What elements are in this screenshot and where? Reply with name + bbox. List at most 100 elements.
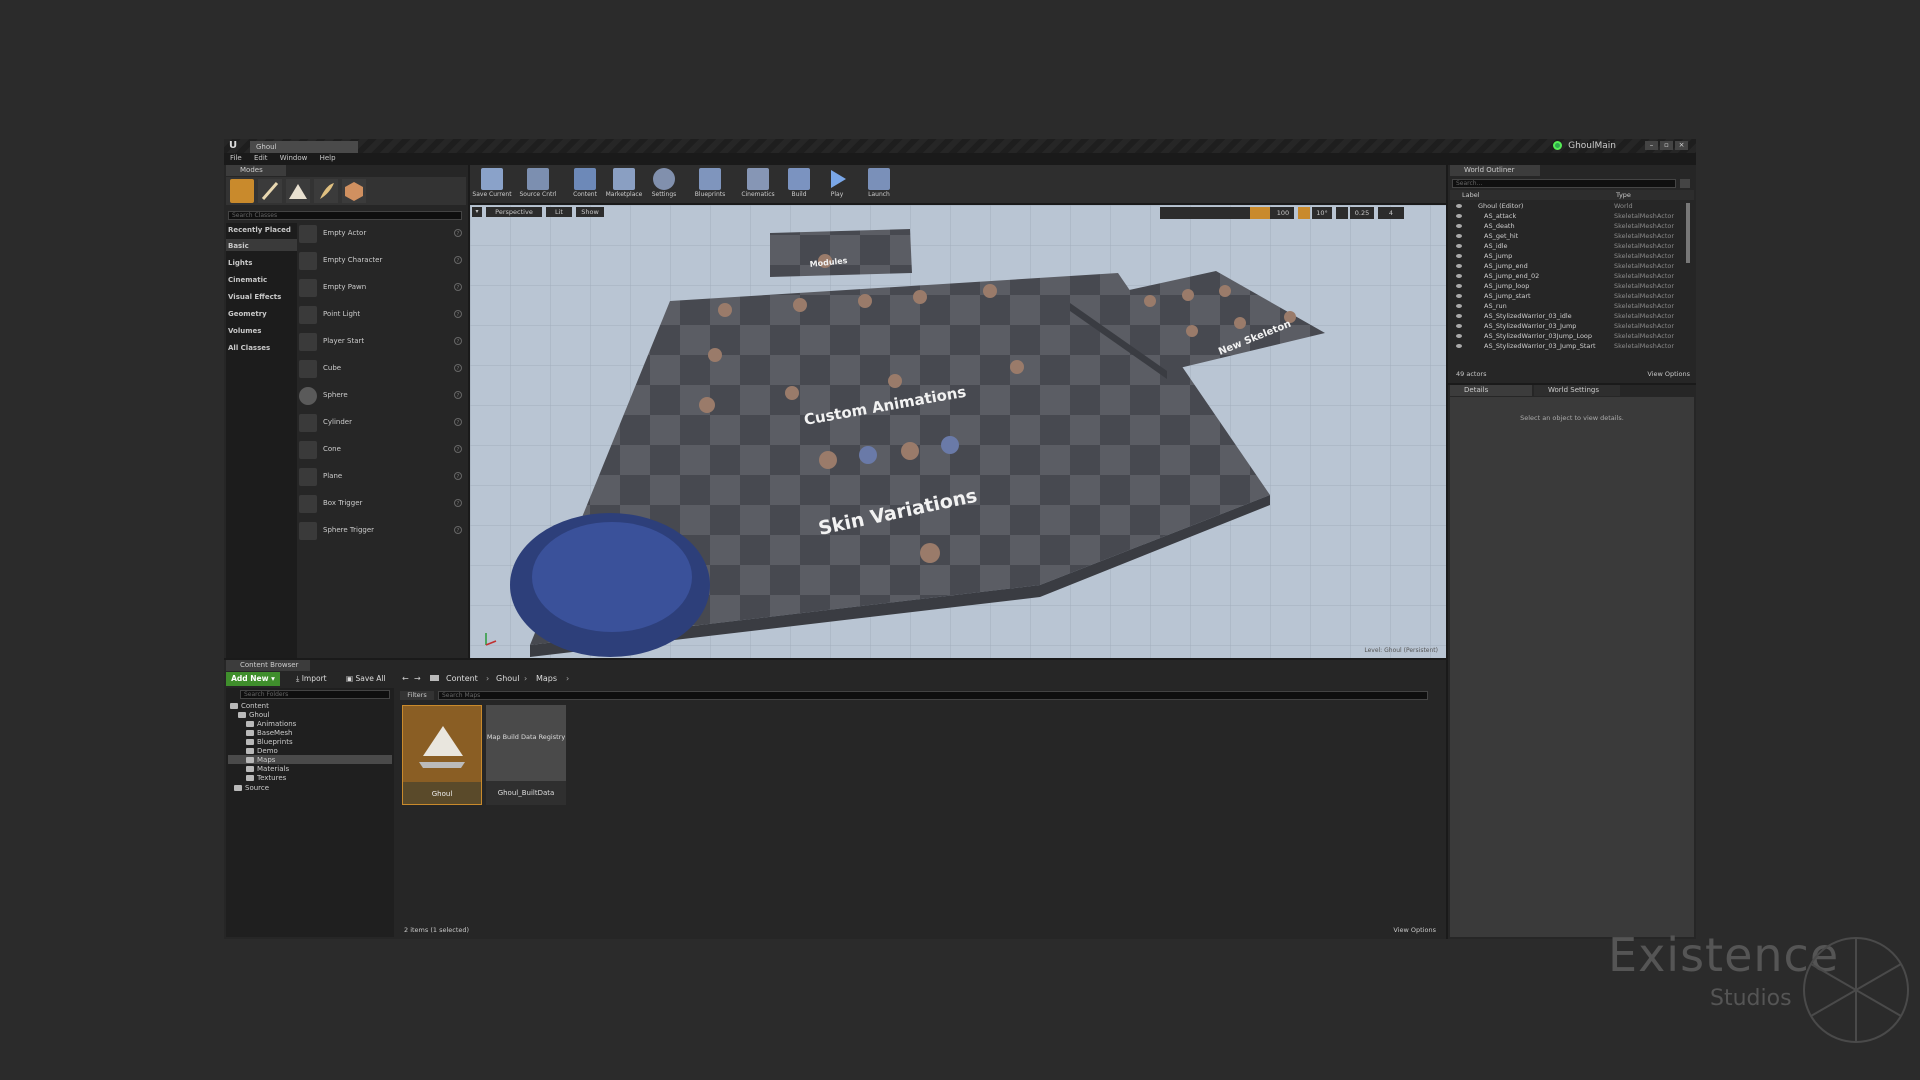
category-all-classes[interactable]: All Classes bbox=[228, 344, 270, 352]
visibility-icon[interactable] bbox=[1456, 334, 1462, 338]
import-button[interactable]: ⤓ Import bbox=[296, 674, 327, 684]
tree-materials[interactable]: Materials bbox=[246, 765, 289, 773]
world-outliner-tab[interactable]: World Outliner bbox=[1450, 165, 1540, 176]
tree-demo[interactable]: Demo bbox=[246, 747, 278, 755]
outliner-row[interactable]: AS_jump SkeletalMeshActor bbox=[1450, 251, 1694, 261]
settings-button[interactable]: Settings bbox=[648, 166, 680, 202]
document-tab[interactable]: Ghoul bbox=[250, 141, 358, 153]
help-icon[interactable]: ? bbox=[454, 526, 462, 534]
visibility-icon[interactable] bbox=[1456, 304, 1462, 308]
place-mode-icon[interactable] bbox=[230, 179, 254, 203]
class-box-trigger[interactable]: Box Trigger? bbox=[299, 492, 466, 516]
content-view-options[interactable]: View Options bbox=[1393, 926, 1436, 934]
scale-snap-icon[interactable] bbox=[1336, 207, 1348, 219]
filters-button[interactable]: Filters bbox=[400, 691, 434, 700]
help-icon[interactable]: ? bbox=[454, 499, 462, 507]
asset-ghoul-map[interactable]: Ghoul bbox=[402, 705, 482, 805]
outliner-row[interactable]: AS_StylizedWarrior_03_idle SkeletalMeshAc… bbox=[1450, 311, 1694, 321]
details-tab[interactable]: Details bbox=[1450, 385, 1532, 396]
help-icon[interactable]: ? bbox=[454, 445, 462, 453]
outliner-row[interactable]: AS_jump_loop SkeletalMeshActor bbox=[1450, 281, 1694, 291]
outliner-row[interactable]: AS_StylizedWarrior_03Jump_Loop SkeletalMe… bbox=[1450, 331, 1694, 341]
search-assets-input[interactable]: Search Maps bbox=[438, 691, 1428, 700]
menu-window[interactable]: Window bbox=[280, 154, 308, 162]
landscape-mode-icon[interactable] bbox=[286, 179, 310, 203]
menu-edit[interactable]: Edit bbox=[254, 154, 268, 162]
outliner-row[interactable]: AS_get_hit SkeletalMeshActor bbox=[1450, 231, 1694, 241]
tree-source[interactable]: Source bbox=[234, 784, 269, 792]
visibility-icon[interactable] bbox=[1456, 314, 1462, 318]
outliner-row[interactable]: AS_jump_start SkeletalMeshActor bbox=[1450, 291, 1694, 301]
help-icon[interactable]: ? bbox=[454, 364, 462, 372]
foliage-mode-icon[interactable] bbox=[314, 179, 338, 203]
outliner-row[interactable]: AS_death SkeletalMeshActor bbox=[1450, 221, 1694, 231]
visibility-icon[interactable] bbox=[1456, 324, 1462, 328]
perspective-button[interactable]: Perspective bbox=[486, 207, 542, 217]
content-button[interactable]: Content bbox=[570, 166, 600, 202]
modes-tab[interactable]: Modes bbox=[226, 165, 286, 176]
outliner-scrollbar[interactable] bbox=[1686, 203, 1690, 263]
minimize-button[interactable]: – bbox=[1645, 141, 1658, 150]
outliner-options-icon[interactable] bbox=[1680, 179, 1690, 188]
launch-button[interactable]: Launch bbox=[864, 166, 894, 202]
category-visual-effects[interactable]: Visual Effects bbox=[228, 293, 281, 301]
outliner-row[interactable]: AS_jump_end SkeletalMeshActor bbox=[1450, 261, 1694, 271]
build-button[interactable]: Build bbox=[786, 166, 812, 202]
class-sphere-trigger[interactable]: Sphere Trigger? bbox=[299, 519, 466, 543]
category-volumes[interactable]: Volumes bbox=[228, 327, 261, 335]
class-empty-pawn[interactable]: Empty Pawn? bbox=[299, 276, 466, 300]
lit-button[interactable]: Lit bbox=[546, 207, 572, 217]
content-browser-tab[interactable]: Content Browser bbox=[226, 660, 310, 671]
source-control-button[interactable]: Source Cntrl bbox=[516, 166, 560, 202]
breadcrumb-content[interactable]: Content bbox=[446, 674, 478, 683]
paint-mode-icon[interactable] bbox=[258, 179, 282, 203]
outliner-search-input[interactable]: Search... bbox=[1452, 179, 1676, 188]
visibility-icon[interactable] bbox=[1456, 244, 1462, 248]
outliner-row[interactable]: AS_attack SkeletalMeshActor bbox=[1450, 211, 1694, 221]
world-settings-tab[interactable]: World Settings bbox=[1534, 385, 1620, 396]
save-all-button[interactable]: ▣ Save All bbox=[346, 674, 386, 683]
menu-help[interactable]: Help bbox=[320, 154, 336, 162]
grid-snap-value[interactable]: 100 bbox=[1272, 207, 1294, 219]
tree-animations[interactable]: Animations bbox=[246, 720, 296, 728]
visibility-icon[interactable] bbox=[1456, 294, 1462, 298]
category-geometry[interactable]: Geometry bbox=[228, 310, 267, 318]
class-sphere[interactable]: Sphere? bbox=[299, 384, 466, 408]
tree-maps[interactable]: Maps bbox=[246, 756, 275, 764]
help-icon[interactable]: ? bbox=[454, 283, 462, 291]
category-recently-placed[interactable]: Recently Placed bbox=[228, 226, 291, 234]
scale-snap-value[interactable]: 0.25 bbox=[1350, 207, 1374, 219]
rotation-snap-icon[interactable] bbox=[1298, 207, 1310, 219]
class-point-light[interactable]: Point Light? bbox=[299, 303, 466, 327]
tree-ghoul[interactable]: Ghoul bbox=[238, 711, 270, 719]
outliner-row[interactable]: AS_StylizedWarrior_03_Jump_Start Skeletal… bbox=[1450, 341, 1694, 351]
show-button[interactable]: Show bbox=[576, 207, 604, 217]
help-icon[interactable]: ? bbox=[454, 418, 462, 426]
tree-basemesh[interactable]: BaseMesh bbox=[246, 729, 292, 737]
help-icon[interactable]: ? bbox=[454, 256, 462, 264]
outliner-row[interactable]: AS_StylizedWarrior_03_Jump SkeletalMeshAc… bbox=[1450, 321, 1694, 331]
visibility-icon[interactable] bbox=[1456, 234, 1462, 238]
search-classes-input[interactable]: Search Classes bbox=[228, 211, 462, 220]
visibility-icon[interactable] bbox=[1456, 274, 1462, 278]
folder-icon[interactable] bbox=[430, 675, 439, 681]
class-player-start[interactable]: Player Start? bbox=[299, 330, 466, 354]
class-cylinder[interactable]: Cylinder? bbox=[299, 411, 466, 435]
search-folders-input[interactable]: Search Folders bbox=[240, 690, 390, 699]
outliner-view-options[interactable]: View Options bbox=[1647, 370, 1690, 378]
help-icon[interactable]: ? bbox=[454, 310, 462, 318]
camera-speed[interactable]: 4 bbox=[1378, 207, 1404, 219]
maximize-button[interactable]: ▫ bbox=[1660, 141, 1673, 150]
breadcrumb-maps[interactable]: Maps bbox=[536, 674, 557, 683]
outliner-row[interactable]: AS_run SkeletalMeshActor bbox=[1450, 301, 1694, 311]
visibility-icon[interactable] bbox=[1456, 204, 1462, 208]
tree-blueprints[interactable]: Blueprints bbox=[246, 738, 293, 746]
grid-snap-toggle[interactable] bbox=[1250, 207, 1270, 219]
category-cinematic[interactable]: Cinematic bbox=[228, 276, 267, 284]
visibility-icon[interactable] bbox=[1456, 264, 1462, 268]
col-type[interactable]: Type bbox=[1616, 190, 1631, 200]
class-empty-actor[interactable]: Empty Actor? bbox=[299, 222, 466, 246]
viewport[interactable]: Custom Animations Skin Variations Module… bbox=[470, 205, 1446, 658]
help-icon[interactable]: ? bbox=[454, 337, 462, 345]
outliner-row[interactable]: AS_idle SkeletalMeshActor bbox=[1450, 241, 1694, 251]
